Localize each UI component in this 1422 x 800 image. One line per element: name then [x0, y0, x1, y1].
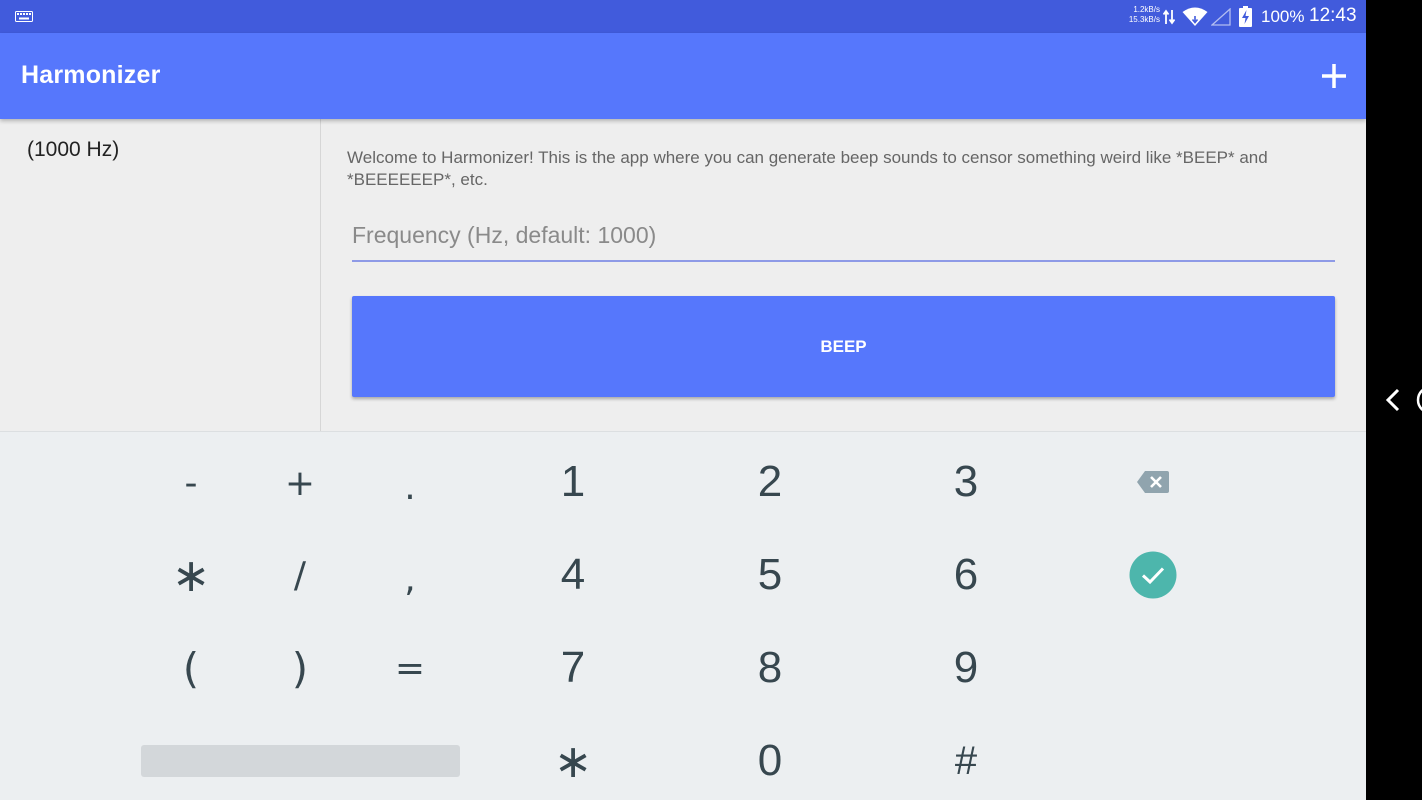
list-item[interactable]: (1000 Hz) — [27, 138, 119, 162]
key-hash[interactable]: # — [916, 718, 1016, 800]
back-icon[interactable] — [1380, 384, 1406, 416]
key-comma[interactable]: , — [360, 536, 460, 622]
data-transfer-icon — [1163, 9, 1175, 25]
network-speed: 1.2kB/s 15.3kB/s — [1124, 5, 1160, 25]
space-key[interactable] — [141, 745, 460, 777]
clock: 12:43 — [1309, 5, 1357, 26]
app-bar: Harmonizer — [0, 33, 1366, 119]
cell-signal-icon — [1211, 8, 1231, 26]
check-icon — [1129, 551, 1177, 599]
key-right-paren[interactable]: ) — [250, 625, 350, 711]
welcome-text: Welcome to Harmonizer! This is the app w… — [347, 148, 1268, 189]
frequency-input[interactable] — [352, 216, 1335, 262]
key-asterisk[interactable]: ∗ — [141, 532, 241, 618]
detail-pane: Welcome to Harmonizer! This is the app w… — [322, 119, 1366, 431]
add-icon[interactable] — [1316, 58, 1352, 94]
key-minus[interactable]: - — [141, 440, 241, 526]
done-key[interactable] — [1103, 532, 1203, 618]
key-star[interactable]: ∗ — [523, 718, 623, 800]
backspace-key[interactable] — [1103, 439, 1203, 525]
keyboard-icon — [15, 11, 33, 22]
key-9[interactable]: 9 — [916, 625, 1016, 711]
key-0[interactable]: 0 — [720, 718, 820, 800]
wifi-icon — [1182, 7, 1208, 26]
status-bar: 1.2kB/s 15.3kB/s 100% 12:43 — [0, 0, 1366, 33]
home-icon[interactable] — [1414, 383, 1422, 417]
key-1[interactable]: 1 — [523, 439, 623, 525]
net-speed-down: 15.3kB/s — [1128, 15, 1160, 24]
key-2[interactable]: 2 — [720, 439, 820, 525]
key-8[interactable]: 8 — [720, 625, 820, 711]
battery-charging-icon — [1239, 6, 1252, 27]
sound-list: (1000 Hz) — [0, 119, 321, 431]
battery-percent: 100% — [1261, 7, 1305, 26]
key-slash[interactable]: / — [250, 532, 350, 618]
device-screen: 1.2kB/s 15.3kB/s 100% 12:43 Harmonizer ( — [0, 0, 1366, 800]
key-plus[interactable]: + — [250, 440, 350, 526]
key-7[interactable]: 7 — [523, 625, 623, 711]
backspace-icon — [1137, 471, 1169, 493]
beep-button[interactable]: BEEP — [352, 296, 1335, 397]
key-5[interactable]: 5 — [720, 532, 820, 618]
key-equals[interactable]: = — [360, 625, 460, 711]
key-left-paren[interactable]: ( — [141, 625, 241, 711]
app-title: Harmonizer — [21, 61, 161, 89]
key-period[interactable]: . — [360, 444, 460, 530]
numeric-keyboard: - + . 1 2 3 ∗ / , 4 5 6 ( ) = 7 8 9 ∗ 0 … — [0, 431, 1366, 800]
key-3[interactable]: 3 — [916, 439, 1016, 525]
key-6[interactable]: 6 — [916, 532, 1016, 618]
key-4[interactable]: 4 — [523, 532, 623, 618]
net-speed-up: 1.2kB/s — [1133, 5, 1160, 14]
